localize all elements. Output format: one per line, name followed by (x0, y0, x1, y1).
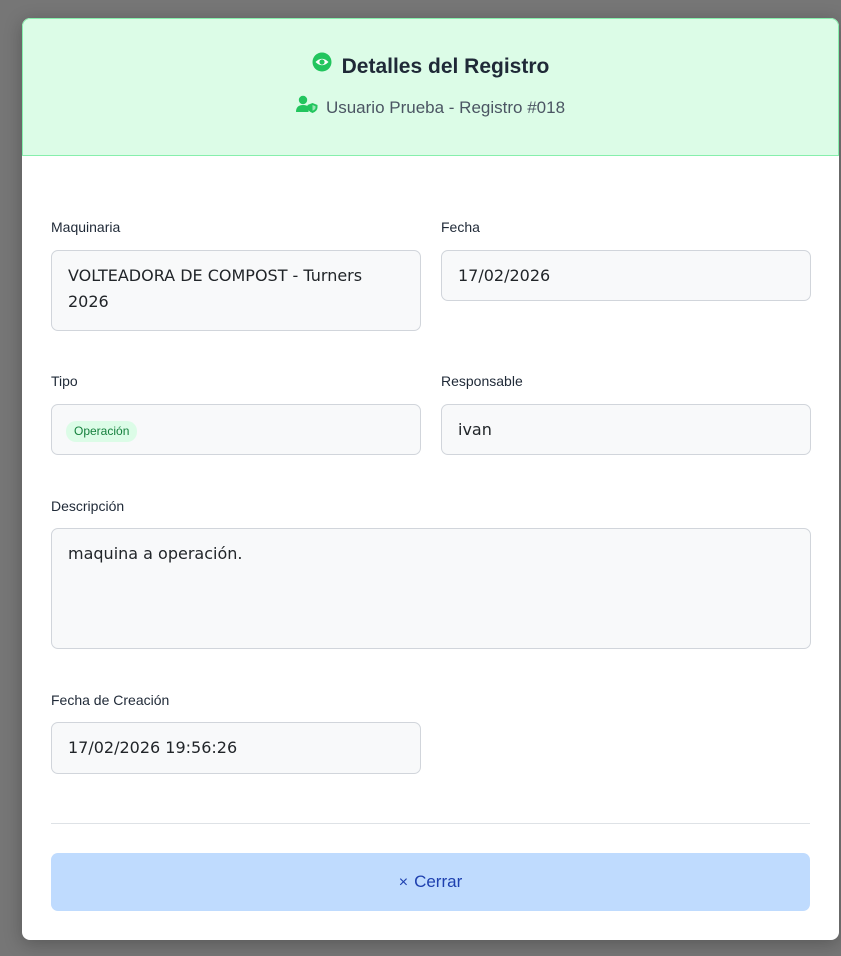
fecha-creacion-value: 17/02/2026 19:56:26 (51, 722, 421, 774)
descripcion-label: Descripción (51, 498, 125, 514)
modal-subtitle-row: Usuario Prueba - Registro #018 (23, 95, 838, 118)
fecha-value: 17/02/2026 (441, 250, 811, 301)
tipo-label: Tipo (51, 373, 78, 389)
user-shield-icon (295, 95, 318, 118)
close-button[interactable]: × Cerrar (51, 853, 810, 911)
eye-icon (312, 52, 332, 78)
modal-header: Detalles del Registro Usuario Prueba - R… (22, 18, 839, 156)
footer-divider (51, 823, 810, 824)
close-icon: × (398, 874, 409, 891)
tipo-badge: Operación (66, 421, 138, 442)
fecha-creacion-label: Fecha de Creación (51, 692, 170, 708)
tipo-value-box: Operación (51, 404, 421, 455)
details-modal: Detalles del Registro Usuario Prueba - R… (22, 18, 839, 940)
close-button-label: Cerrar (414, 872, 463, 891)
maquinaria-value: VOLTEADORA DE COMPOST - Turners 2026 (51, 250, 421, 331)
fecha-label: Fecha (441, 219, 480, 235)
responsable-label: Responsable (441, 373, 523, 389)
modal-title-row: Detalles del Registro (23, 52, 838, 79)
modal-title: Detalles del Registro (341, 55, 550, 78)
responsable-value: ivan (441, 404, 811, 455)
modal-subtitle: Usuario Prueba - Registro #018 (325, 98, 566, 117)
descripcion-value: maquina a operación. (51, 528, 811, 649)
maquinaria-label: Maquinaria (51, 219, 121, 235)
